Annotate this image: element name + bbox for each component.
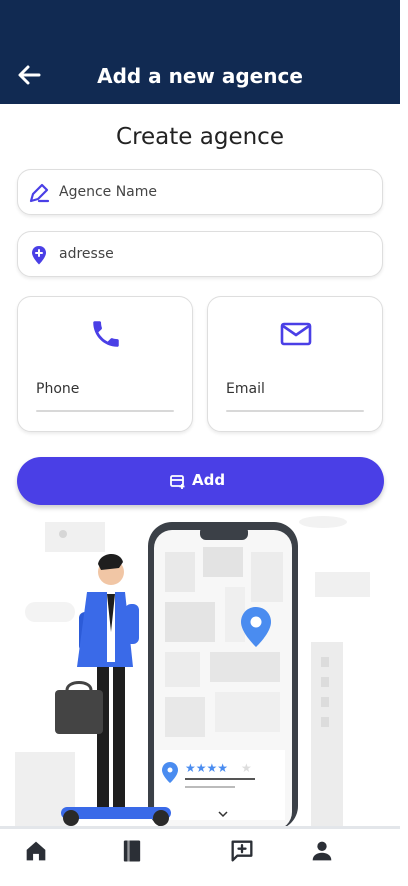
email-field[interactable]: Email bbox=[207, 296, 383, 432]
app-bar-title: Add a new agence bbox=[97, 64, 303, 88]
location-pin-icon bbox=[32, 246, 46, 265]
home-icon[interactable] bbox=[22, 837, 50, 865]
edit-pen-icon bbox=[29, 183, 50, 203]
adresse-placeholder: adresse bbox=[59, 246, 114, 262]
map-illustration: ★★★★ ★ bbox=[15, 516, 370, 830]
agence-name-field[interactable]: Agence Name bbox=[17, 169, 383, 215]
phone-icon bbox=[93, 321, 119, 347]
svg-text:★: ★ bbox=[241, 761, 252, 775]
phone-field[interactable]: Phone bbox=[17, 296, 193, 432]
agence-name-placeholder: Agence Name bbox=[59, 184, 158, 200]
add-button[interactable]: Add bbox=[17, 457, 384, 505]
svg-text:★★★★: ★★★★ bbox=[185, 761, 228, 775]
add-comment-icon[interactable] bbox=[228, 837, 256, 865]
adresse-field[interactable]: adresse bbox=[17, 231, 383, 277]
page-title: Create agence bbox=[116, 124, 284, 150]
person-icon[interactable] bbox=[308, 837, 336, 865]
phone-label: Phone bbox=[36, 381, 80, 397]
app-bar: Add a new agence bbox=[0, 0, 400, 104]
book-icon[interactable] bbox=[118, 837, 146, 865]
email-underline bbox=[226, 410, 364, 412]
email-icon bbox=[280, 322, 312, 346]
add-button-label: Add bbox=[192, 471, 226, 489]
bottom-nav bbox=[0, 826, 400, 881]
add-card-icon bbox=[170, 475, 185, 489]
phone-underline bbox=[36, 410, 174, 412]
email-label: Email bbox=[226, 381, 265, 397]
